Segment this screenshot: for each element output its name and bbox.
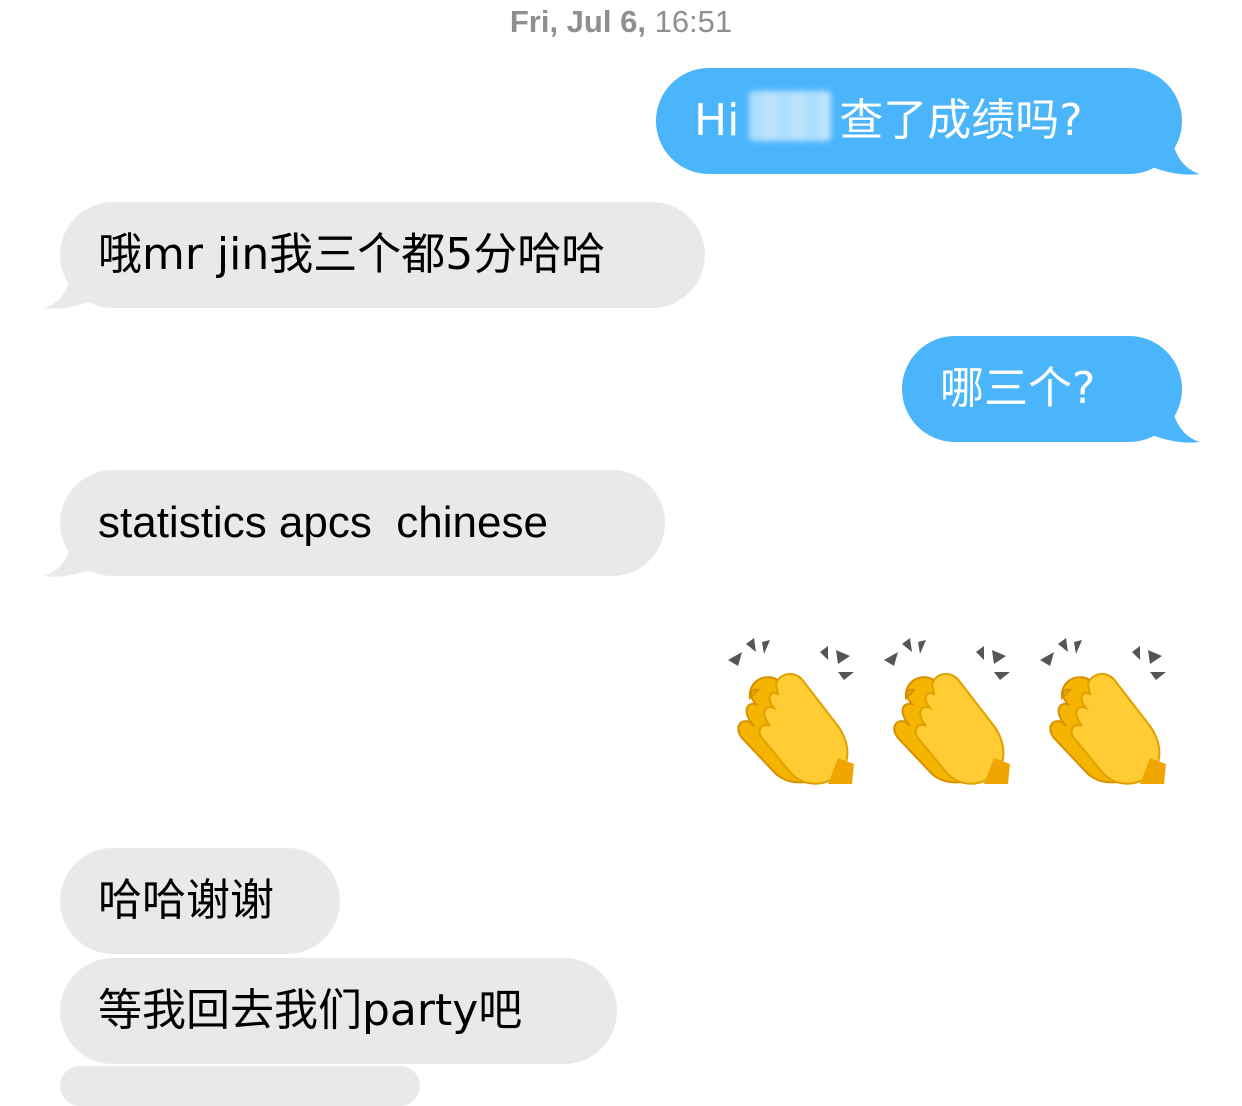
clapping-hands-icon <box>1040 638 1166 785</box>
redacted-name-blur <box>749 91 832 141</box>
clapping-hands-icon <box>884 638 1010 785</box>
message-text: 哦mr jin我三个都5分哈哈 <box>98 229 606 280</box>
message-bubble-sent[interactable]: 哪三个? <box>902 336 1182 442</box>
message-bubble-received[interactable]: 哈哈谢谢 <box>60 848 340 954</box>
conversation-timestamp: Fri, Jul 6, 16:51 <box>0 2 1242 42</box>
message-bubble-received[interactable]: 哦mr jin我三个都5分哈哈 <box>60 202 705 308</box>
message-bubble-received[interactable]: 等我回去我们party吧 <box>60 958 617 1064</box>
bubble-tail-sent <box>1150 408 1200 443</box>
message-bubble-sent[interactable]: Hi 查了成绩吗? <box>656 68 1182 174</box>
message-text: 哪三个? <box>940 363 1096 414</box>
message-text: 等我回去我们party吧 <box>98 985 523 1036</box>
timestamp-day: Fri, Jul 6, <box>509 4 646 39</box>
message-text: Hi <box>694 95 740 146</box>
message-bubble-received-partial[interactable] <box>60 1066 420 1106</box>
message-emoji-sent[interactable] <box>720 638 1190 788</box>
message-text: statistics apcs chinese <box>98 498 548 547</box>
clapping-hands-icon <box>728 638 854 785</box>
bubble-tail-received <box>44 274 94 309</box>
message-bubble-received[interactable]: statistics apcs chinese <box>60 470 665 576</box>
message-text: 查了成绩吗? <box>839 95 1083 146</box>
bubble-tail-received <box>44 542 94 577</box>
message-text: 哈哈谢谢 <box>98 875 274 926</box>
bubble-tail-sent <box>1150 140 1200 175</box>
timestamp-time: 16:51 <box>654 4 733 39</box>
